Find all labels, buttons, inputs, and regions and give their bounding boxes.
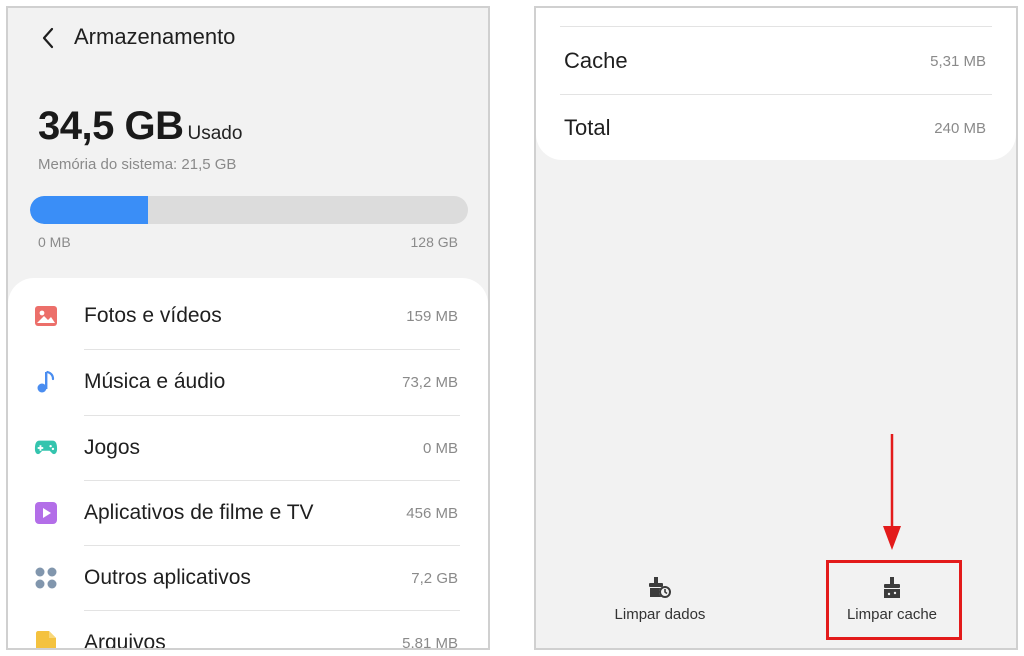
broom-icon [880,576,904,600]
cache-row: Cache 5,31 MB [536,28,1016,94]
storage-screen: Armazenamento 34,5 GB Usado Memória do si… [6,6,490,650]
category-label: Aplicativos de filme e TV [84,501,314,524]
cache-value: 5,31 MB [930,53,986,70]
page-title: Armazenamento [74,24,236,49]
system-memory: Memória do sistema: 21,5 GB [38,156,237,173]
category-size: 456 MB [406,505,458,522]
total-row: Total 240 MB [536,95,1016,161]
back-button[interactable] [34,24,62,52]
clear-data-icon [648,576,672,600]
total-value: 240 MB [934,120,986,137]
category-row-other-apps[interactable]: Outros aplicativos 7,2 GB [8,546,488,611]
used-amount: 34,5 GB [38,104,184,148]
category-row-movie-tv-apps[interactable]: Aplicativos de filme e TV 456 MB [8,481,488,546]
total-label: Total [564,115,611,140]
storage-details-card: Cache 5,31 MB Total 240 MB [536,8,1016,161]
play-icon [34,501,58,525]
header: Armazenamento [8,8,488,68]
divider [560,26,992,27]
chevron-left-icon [42,27,54,49]
storage-summary: 34,5 GB Usado [38,104,242,149]
image-icon [34,304,58,328]
storage-progress-fill [30,196,149,224]
music-note-icon [34,370,58,394]
bar-min-label: 0 MB [38,234,71,250]
file-icon [34,631,58,648]
apps-grid-icon [34,566,58,590]
category-size: 5,81 MB [402,635,458,650]
category-list: Fotos e vídeos 159 MB Música e áudio 73,… [8,278,488,650]
clear-data-label: Limpar dados [614,606,706,623]
app-storage-screen: Cache 5,31 MB Total 240 MB Limpar dados … [534,6,1018,650]
category-label: Jogos [84,436,141,459]
used-label: Usado [187,123,243,144]
bar-max-label: 128 GB [410,234,458,250]
cache-label: Cache [564,48,628,73]
clear-cache-label: Limpar cache [846,606,938,623]
gamepad-icon [34,436,58,460]
category-size: 7,2 GB [411,570,458,587]
category-size: 159 MB [406,308,458,325]
category-row-photos-videos[interactable]: Fotos e vídeos 159 MB [8,284,488,349]
storage-progress-bar [30,196,468,224]
clear-data-button[interactable]: Limpar dados [560,568,760,634]
category-label: Música e áudio [84,370,226,393]
category-label: Outros aplicativos [84,566,251,589]
clear-cache-button[interactable]: Limpar cache [792,568,992,634]
category-row-music-audio[interactable]: Música e áudio 73,2 MB [8,350,488,415]
category-label: Arquivos [84,631,166,650]
category-row-games[interactable]: Jogos 0 MB [8,416,488,481]
category-label: Fotos e vídeos [84,304,222,327]
category-size: 0 MB [422,440,458,457]
category-size: 73,2 MB [402,374,458,391]
category-row-files[interactable]: Arquivos 5,81 MB [8,611,488,650]
